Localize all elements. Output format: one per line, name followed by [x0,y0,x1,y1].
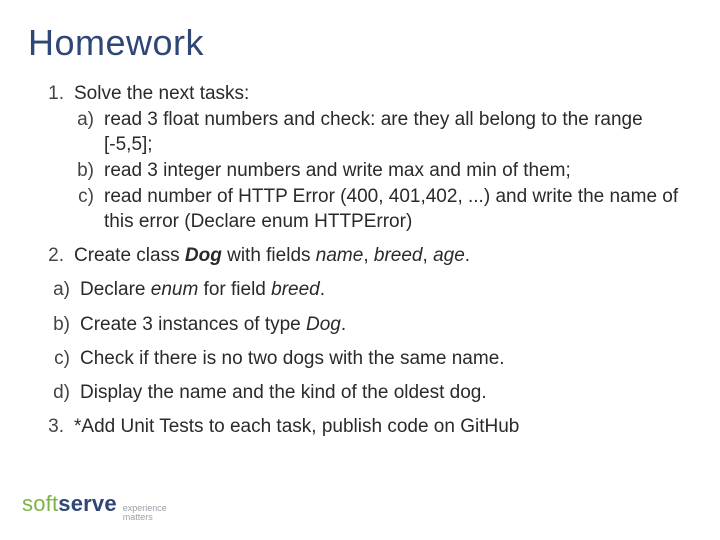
field: name [316,245,364,266]
marker: 2. [28,244,74,268]
content: 1. Solve the next tasks: a) read 3 float… [28,82,692,440]
t: with fields [222,245,316,266]
sub-item-1a: a) read 3 float numbers and check: are t… [58,108,692,157]
t: . [465,245,470,266]
sub-item-2b: b) Create 3 instances of type Dog. [34,313,692,337]
list-item-2: 2. Create class Dog with fields name, br… [28,244,692,268]
t: , [363,245,374,266]
sub-item-2c: c) Check if there is no two dogs with th… [34,347,692,371]
text: Create 3 instances of type Dog. [80,313,692,337]
list-item-3: 3. *Add Unit Tests to each task, publish… [28,415,692,439]
t: Create class [74,245,185,266]
page-title: Homework [28,22,692,64]
sub-item-1b: b) read 3 integer numbers and write max … [58,159,692,183]
t: , [423,245,434,266]
marker: a) [58,108,104,157]
kw: enum [151,279,199,300]
t: . [341,314,346,335]
marker: 3. [28,415,74,439]
marker: a) [34,278,80,302]
text: *Add Unit Tests to each task, publish co… [74,415,692,439]
t: for field [198,279,271,300]
kw: breed [271,279,320,300]
logo-soft: soft [22,491,58,517]
logo-serve: serve [58,491,117,517]
softserve-logo: softserve experience matters [22,491,167,522]
list-item-1: 1. Solve the next tasks: [28,82,692,106]
text: read number of HTTP Error (400, 401,402,… [104,185,692,234]
t: matters [123,513,167,522]
t: . [320,279,325,300]
sub-item-2a: a) Declare enum for field breed. [34,278,692,302]
marker: b) [58,159,104,183]
text: Create class Dog with fields name, breed… [74,244,692,268]
field: age [433,245,465,266]
text: read 3 float numbers and check: are they… [104,108,692,157]
marker: d) [34,381,80,405]
t: Create 3 instances of type [80,314,306,335]
marker: b) [34,313,80,337]
text: Declare enum for field breed. [80,278,692,302]
sub-item-1c: c) read number of HTTP Error (400, 401,4… [58,185,692,234]
marker: 1. [28,82,74,106]
text: Check if there is no two dogs with the s… [80,347,692,371]
field: breed [374,245,423,266]
text: read 3 integer numbers and write max and… [104,159,692,183]
t: Declare [80,279,151,300]
kw: Dog [306,314,341,335]
marker: c) [34,347,80,371]
sub-item-2d: d) Display the name and the kind of the … [34,381,692,405]
text: Solve the next tasks: [74,82,692,106]
class-name: Dog [185,245,222,266]
text: Display the name and the kind of the old… [80,381,692,405]
slide: Homework 1. Solve the next tasks: a) rea… [0,0,720,540]
marker: c) [58,185,104,234]
logo-tagline: experience matters [123,504,167,522]
